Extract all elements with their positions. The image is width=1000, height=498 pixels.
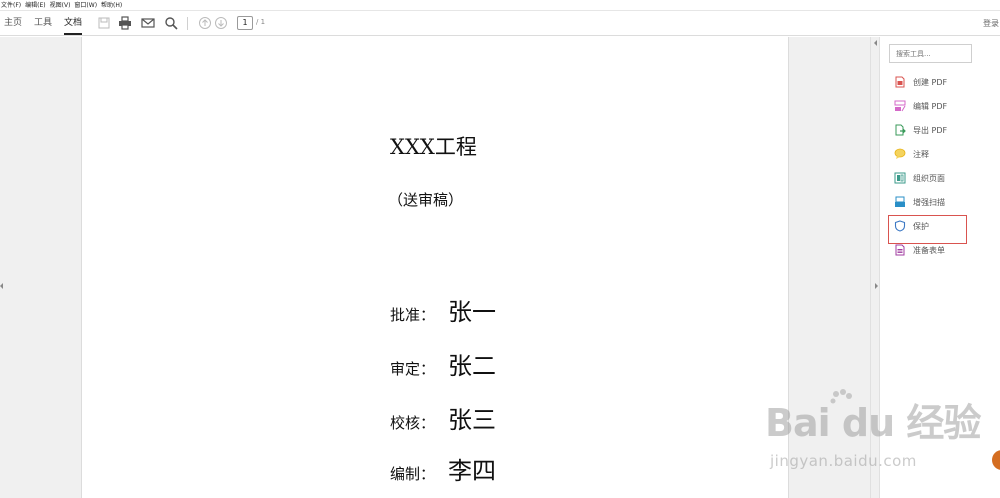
tool-label: 编辑 PDF bbox=[913, 101, 948, 111]
tool-label: 增强扫描 bbox=[913, 197, 945, 207]
watermark-url: jingyan.baidu.com bbox=[770, 452, 917, 470]
left-panel-toggle-icon[interactable] bbox=[0, 283, 3, 289]
tool-label: 组织页面 bbox=[913, 173, 945, 183]
comment-icon bbox=[894, 148, 906, 159]
tool-label: 准备表单 bbox=[913, 245, 945, 255]
tool-export-pdf[interactable]: 导出 PDF bbox=[894, 122, 947, 138]
login-button[interactable]: 登录 bbox=[983, 18, 999, 29]
signature-label: 审定： bbox=[390, 360, 436, 378]
save-icon[interactable] bbox=[97, 16, 111, 30]
signature-name: 张一 bbox=[448, 298, 496, 326]
search-icon[interactable] bbox=[164, 16, 178, 30]
collapse-arrow-icon[interactable] bbox=[874, 40, 877, 46]
enhance-scan-icon bbox=[895, 196, 905, 207]
toolbar: 主页 工具 文档 1 / 1 登录 bbox=[0, 11, 1000, 36]
signature-name: 张二 bbox=[448, 352, 496, 380]
tool-label: 注释 bbox=[913, 149, 929, 159]
watermark-logo: Bai du 经验 bbox=[765, 401, 981, 445]
export-pdf-icon bbox=[895, 124, 906, 136]
edit-pdf-icon bbox=[894, 100, 906, 112]
menu-file[interactable]: 文件(F) bbox=[0, 0, 24, 11]
signature-name: 李四 bbox=[448, 457, 496, 485]
expand-arrow-icon[interactable] bbox=[875, 283, 878, 289]
page-number-input[interactable]: 1 bbox=[237, 16, 253, 30]
signature-row: 审定： 张二 bbox=[390, 346, 496, 381]
print-icon[interactable] bbox=[118, 16, 132, 30]
create-pdf-icon bbox=[895, 76, 905, 88]
protect-highlight-box bbox=[888, 215, 967, 244]
menu-help[interactable]: 帮助(H) bbox=[100, 0, 125, 11]
signature-label: 编制： bbox=[390, 465, 436, 483]
toolbar-divider bbox=[187, 17, 188, 30]
signature-label: 校核： bbox=[390, 414, 436, 432]
signature-row: 编制： 李四 bbox=[390, 451, 496, 486]
tool-label: 创建 PDF bbox=[913, 77, 948, 87]
tool-label: 导出 PDF bbox=[913, 125, 948, 135]
menu-window[interactable]: 窗口(W) bbox=[73, 0, 100, 11]
signature-label: 批准： bbox=[390, 306, 436, 324]
page-total: / 1 bbox=[256, 18, 266, 26]
tool-comment[interactable]: 注释 bbox=[894, 146, 929, 162]
signature-row: 校核： 张三 bbox=[390, 400, 496, 435]
prepare-form-icon bbox=[895, 244, 905, 256]
menu-view[interactable]: 视图(V) bbox=[49, 0, 74, 11]
menu-bar: 文件(F) 编辑(E) 视图(V) 窗口(W) 帮助(H) bbox=[0, 0, 1000, 11]
mail-icon[interactable] bbox=[141, 16, 155, 30]
baidu-paw-icon bbox=[830, 389, 852, 404]
tab-home[interactable]: 主页 bbox=[4, 17, 22, 35]
tool-organize-pages[interactable]: 组织页面 bbox=[894, 170, 945, 186]
menu-edit[interactable]: 编辑(E) bbox=[24, 0, 48, 11]
organize-pages-icon bbox=[894, 172, 906, 184]
tool-search-input[interactable] bbox=[889, 44, 972, 63]
document-viewer[interactable]: XXX工程 （送审稿） 批准： 张一 审定： 张二 校核： 张三 编制： 李四 bbox=[0, 37, 870, 498]
prev-page-icon[interactable] bbox=[198, 16, 212, 30]
document-page: XXX工程 （送审稿） 批准： 张一 审定： 张二 校核： 张三 编制： 李四 bbox=[81, 37, 789, 498]
tab-tools[interactable]: 工具 bbox=[34, 17, 52, 35]
signature-name: 张三 bbox=[448, 406, 496, 434]
tool-enhance-scan[interactable]: 增强扫描 bbox=[894, 194, 945, 210]
tool-create-pdf[interactable]: 创建 PDF bbox=[894, 74, 947, 90]
baidu-jingyan-watermark: Bai du 经验 jingyan.baidu.com bbox=[765, 388, 1000, 498]
next-page-icon[interactable] bbox=[214, 16, 228, 30]
tool-edit-pdf[interactable]: 编辑 PDF bbox=[894, 98, 947, 114]
tab-document[interactable]: 文档 bbox=[64, 17, 83, 35]
tool-prepare-form[interactable]: 准备表单 bbox=[894, 242, 945, 258]
document-subtitle: （送审稿） bbox=[388, 191, 464, 209]
signature-row: 批准： 张一 bbox=[390, 292, 496, 327]
document-title: XXX工程 bbox=[390, 135, 477, 159]
